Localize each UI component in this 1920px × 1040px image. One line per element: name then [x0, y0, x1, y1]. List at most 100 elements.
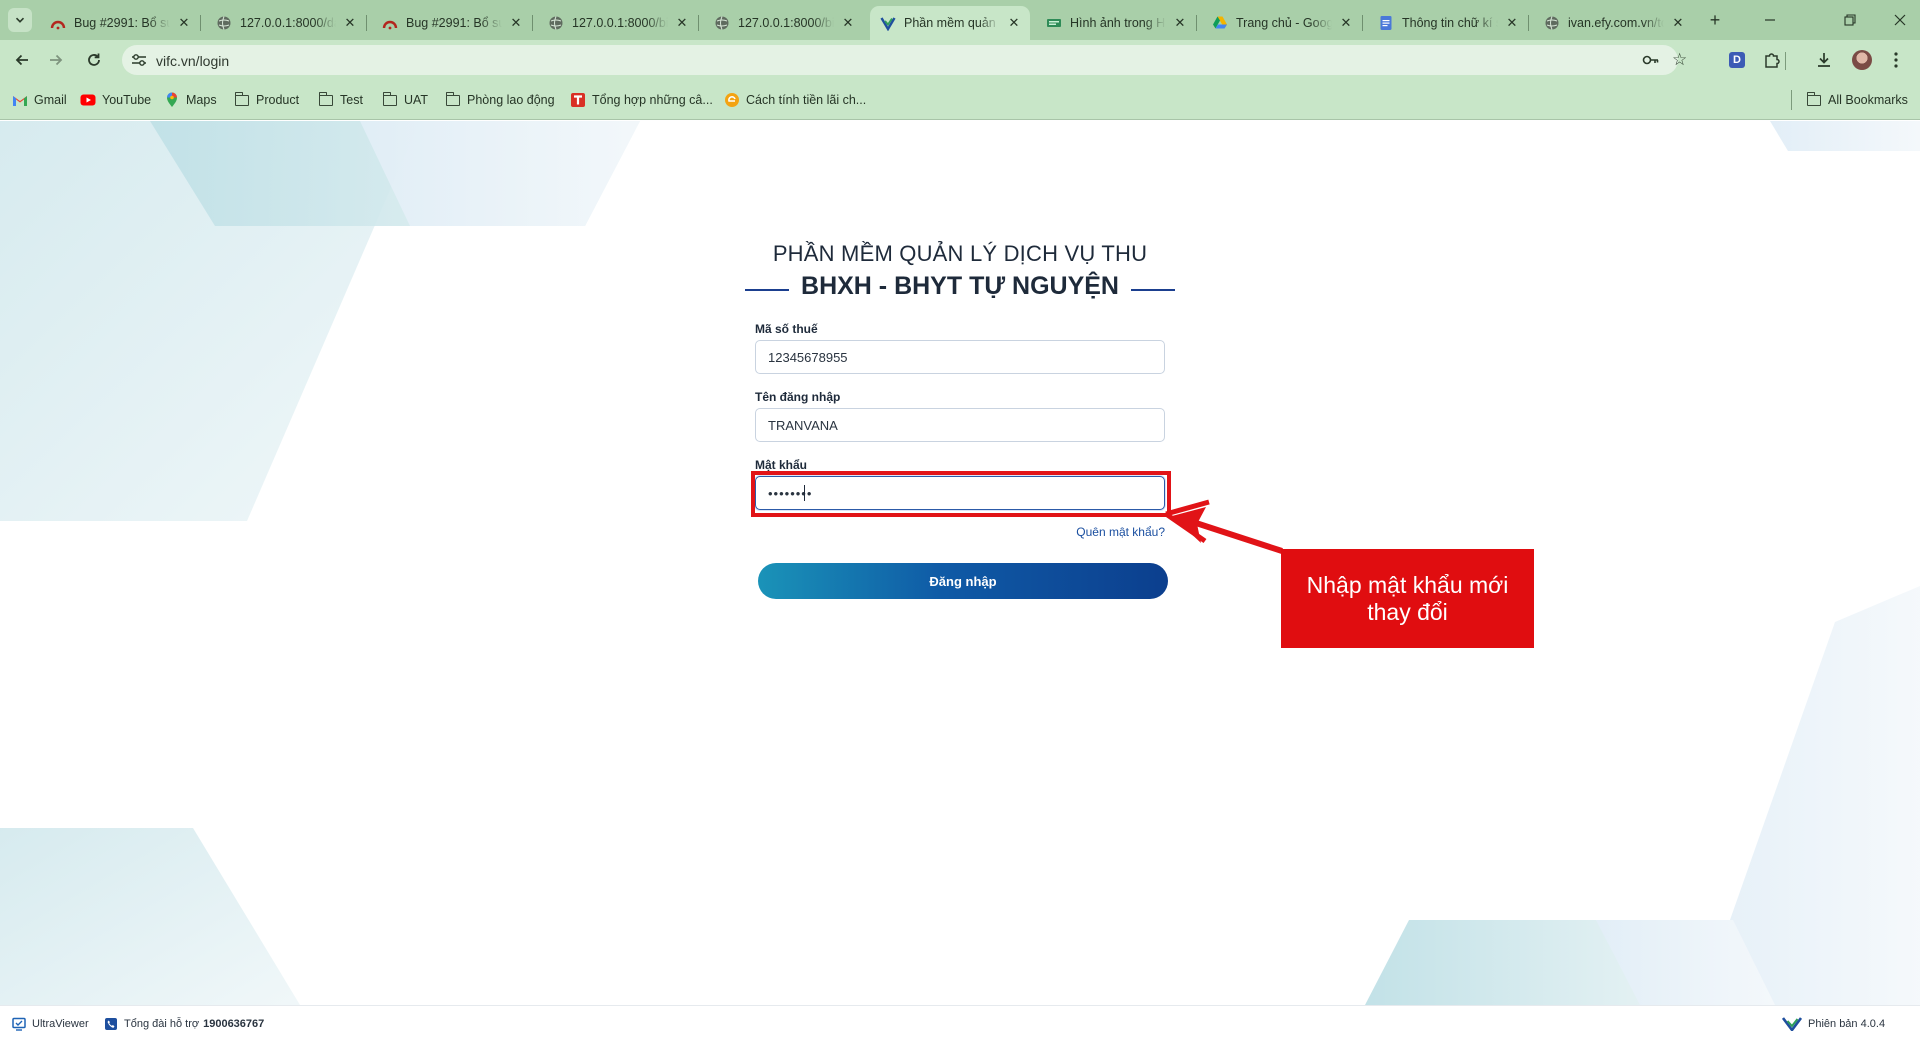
annotation-arrow	[1164, 499, 1283, 554]
browser-tab-3[interactable]: Bug #2991: Bổ sung ✕	[372, 6, 533, 40]
bookmark-folder-test[interactable]: Test	[318, 91, 363, 109]
all-bookmarks-label: All Bookmarks	[1828, 93, 1908, 107]
key-icon[interactable]	[1642, 52, 1660, 73]
bookmark-folder-uat[interactable]: UAT	[382, 91, 428, 109]
bookmark-folder-product[interactable]: Product	[234, 91, 299, 109]
phone-icon	[104, 1017, 118, 1031]
globe-icon	[548, 15, 564, 31]
youtube-icon	[80, 92, 96, 108]
all-bookmarks-folder[interactable]: All Bookmarks	[1806, 91, 1908, 109]
hotline-item: Tổng đài hỗ trợ 1900636767	[104, 1017, 264, 1031]
browser-tab-4[interactable]: 127.0.0.1:8000/bie ✕	[538, 6, 699, 40]
site-settings-icon[interactable]	[131, 52, 147, 68]
bookmark-label: Test	[340, 93, 363, 107]
login-page: PHẦN MỀM QUẢN LÝ DỊCH VỤ THU BHXH - BHYT…	[0, 121, 1920, 1005]
bookmark-star-icon[interactable]: ☆	[1672, 50, 1687, 70]
bookmarks-divider	[1791, 90, 1792, 110]
shield-check-icon	[880, 15, 896, 31]
close-icon[interactable]: ✕	[840, 15, 856, 31]
close-icon[interactable]: ✕	[342, 15, 358, 31]
close-icon[interactable]: ✕	[1006, 15, 1022, 31]
ultraviewer-icon	[12, 1017, 26, 1031]
folder-icon	[318, 91, 334, 108]
avatar[interactable]	[1852, 50, 1872, 70]
close-icon[interactable]: ✕	[1504, 15, 1520, 31]
bookmark-folder-phong-lao-dong[interactable]: Phòng lao động	[445, 91, 555, 109]
tab-title: Bug #2991: Bổ sung	[406, 16, 502, 30]
folder-icon	[1806, 91, 1822, 108]
redmine-icon	[50, 15, 66, 31]
tab-title: Hình ảnh trong HD	[1070, 16, 1166, 30]
download-icon[interactable]	[1814, 50, 1834, 70]
extension-d-icon[interactable]: D	[1727, 50, 1747, 70]
bookmark-youtube[interactable]: YouTube	[80, 91, 151, 109]
tab-title: 127.0.0.1:8000/dan	[240, 16, 336, 30]
hotline-number: 1900636767	[203, 1018, 265, 1030]
bookmark-label: Maps	[186, 93, 217, 107]
close-icon[interactable]: ✕	[176, 15, 192, 31]
docs-icon	[1378, 15, 1394, 31]
bookmark-label: Product	[256, 93, 300, 107]
tab-title: Bug #2991: Bổ sung	[74, 16, 170, 30]
toolbar-divider	[1785, 52, 1786, 70]
annotation-callout: Nhập mật khẩu mới thay đổi	[1281, 549, 1534, 648]
browser-tab-9[interactable]: Thông tin chữ kí s ✕	[1368, 6, 1529, 40]
kebab-menu-icon[interactable]	[1886, 50, 1906, 70]
extension-d-label: D	[1729, 52, 1745, 68]
bookmark-label: Gmail	[34, 93, 67, 107]
tab-title: Phần mềm quản lý	[904, 16, 1000, 30]
globe-icon	[1544, 15, 1560, 31]
tab-title: Thông tin chữ kí s	[1402, 16, 1498, 30]
bookmark-label: UAT	[404, 93, 429, 107]
forward-arrow-icon[interactable]	[44, 48, 68, 72]
browser-tab-2[interactable]: 127.0.0.1:8000/dan ✕	[206, 6, 367, 40]
restore-icon[interactable]	[1830, 10, 1870, 30]
e-logo-icon	[724, 92, 740, 108]
minimize-icon[interactable]	[1750, 10, 1790, 30]
folder-icon	[234, 91, 250, 108]
browser-tab-strip: Bug #2991: Bổ sung ✕ 127.0.0.1:8000/dan …	[0, 0, 1920, 40]
tab-title: ivan.efy.com.vn/to	[1568, 16, 1664, 30]
close-icon[interactable]: ✕	[508, 15, 524, 31]
chevron-down-icon	[15, 17, 25, 23]
window-close-icon[interactable]	[1880, 10, 1920, 30]
new-tab-button[interactable]: +	[1704, 10, 1726, 32]
bookmark-cach-tinh-tien-lai[interactable]: Cách tính tiền lãi ch...	[724, 91, 866, 109]
t-logo-icon	[570, 92, 586, 108]
close-icon[interactable]: ✕	[674, 15, 690, 31]
tab-search-button[interactable]	[8, 8, 32, 32]
browser-tab-1[interactable]: Bug #2991: Bổ sung ✕	[40, 6, 201, 40]
gmail-icon	[12, 92, 28, 108]
close-icon[interactable]: ✕	[1338, 15, 1354, 31]
bookmark-maps[interactable]: Maps	[164, 91, 217, 109]
folder-icon	[445, 91, 461, 108]
browser-toolbar: vifc.vn/login ☆ D	[0, 40, 1920, 80]
globe-icon	[714, 15, 730, 31]
hotline-label: Tổng đài hỗ trợ	[124, 1018, 200, 1030]
bookmark-gmail[interactable]: Gmail	[12, 91, 67, 109]
bookmark-label: Cách tính tiền lãi ch...	[746, 93, 867, 107]
app-status-bar: UltraViewer Tổng đài hỗ trợ 1900636767 P…	[0, 1005, 1920, 1040]
browser-tab-7[interactable]: Hình ảnh trong HD ✕	[1036, 6, 1197, 40]
tab-title: 127.0.0.1:8000/bie	[572, 16, 668, 30]
tab-title: 127.0.0.1:8000/bie	[738, 16, 834, 30]
drive-icon	[1212, 15, 1228, 31]
browser-tab-8[interactable]: Trang chủ - Google ✕	[1202, 6, 1363, 40]
puzzle-icon[interactable]	[1762, 50, 1782, 70]
address-bar[interactable]: vifc.vn/login ☆	[122, 45, 1687, 75]
redmine-icon	[382, 15, 398, 31]
reload-icon[interactable]	[82, 48, 106, 72]
ultraviewer-item[interactable]: UltraViewer	[12, 1017, 89, 1031]
folder-icon	[382, 91, 398, 108]
version-item: Phiên bản 4.0.4	[1782, 1017, 1885, 1031]
browser-tab-active[interactable]: Phần mềm quản lý ✕	[870, 6, 1030, 40]
bookmark-tong-hop[interactable]: Tổng hợp những câ...	[570, 91, 713, 109]
close-icon[interactable]: ✕	[1670, 15, 1686, 31]
close-icon[interactable]: ✕	[1172, 15, 1188, 31]
image-icon	[1046, 15, 1062, 31]
browser-tab-5[interactable]: 127.0.0.1:8000/bie ✕	[704, 6, 864, 40]
tab-title: Trang chủ - Google	[1236, 16, 1332, 30]
maps-pin-icon	[164, 92, 180, 108]
back-arrow-icon[interactable]	[10, 48, 34, 72]
browser-tab-10[interactable]: ivan.efy.com.vn/to ✕	[1534, 6, 1694, 40]
